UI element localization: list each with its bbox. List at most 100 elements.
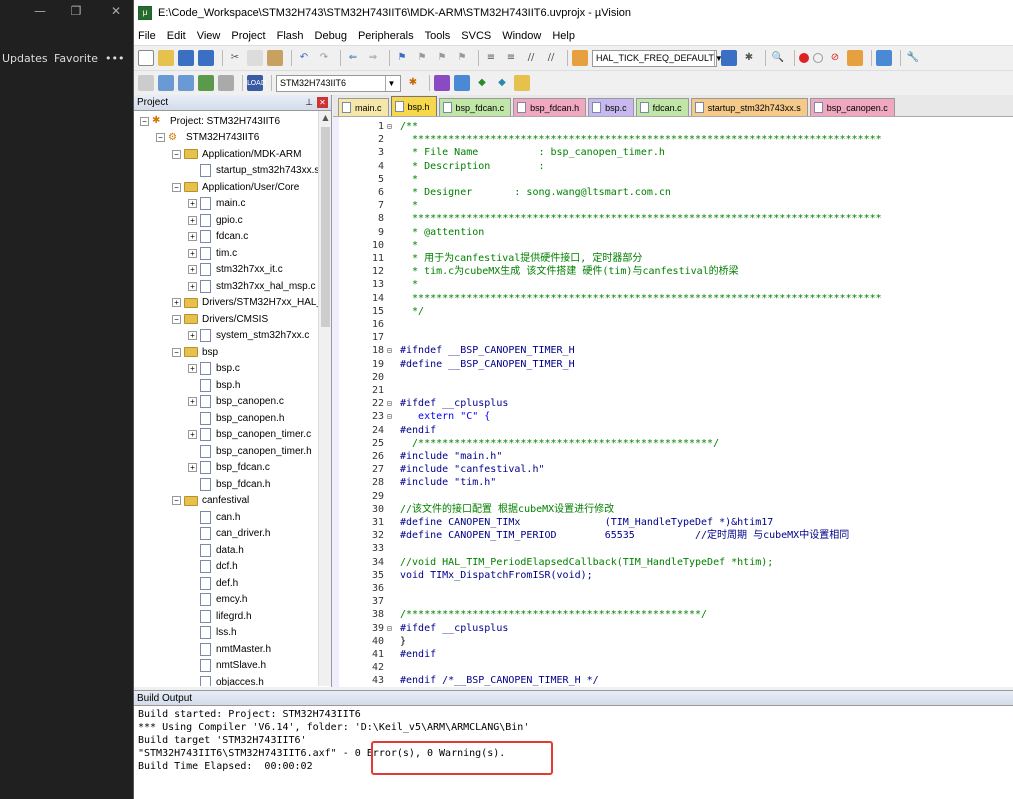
nav-forward-icon[interactable]: ⇒ (365, 50, 381, 66)
expand-icon[interactable]: + (188, 265, 197, 274)
debug-session-icon[interactable]: 🔍 (770, 50, 786, 66)
expand-icon[interactable]: + (188, 199, 197, 208)
build-output-pane[interactable]: Build started: Project: STM32H743IIT6 **… (134, 706, 1013, 799)
tree-file[interactable]: bsp.h (188, 377, 240, 393)
collapse-icon[interactable]: − (156, 133, 165, 142)
copy-icon[interactable] (247, 50, 263, 66)
menu-project[interactable]: Project (231, 30, 265, 42)
tree-file[interactable]: emcy.h (188, 592, 248, 608)
expand-icon[interactable]: + (188, 281, 197, 291)
tree-file[interactable]: def.h (188, 575, 238, 591)
tree-file[interactable]: dcf.h (188, 559, 238, 575)
scroll-up-icon[interactable]: ▲ (319, 111, 332, 125)
new-file-icon[interactable] (138, 50, 154, 66)
collapse-icon[interactable]: − (172, 182, 181, 192)
breakpoint-disable-icon[interactable] (813, 53, 823, 63)
tree-file[interactable]: + bsp_canopen_timer.c (188, 427, 311, 443)
menu-svcs[interactable]: SVCS (461, 30, 491, 42)
target-options-icon[interactable]: ✱ (405, 75, 421, 91)
incremental-find-icon[interactable] (721, 50, 737, 66)
tree-file[interactable]: + main.c (188, 196, 245, 212)
configure-icon[interactable]: 🔧 (905, 50, 921, 66)
fold-marker-icon[interactable]: ⊟ (387, 397, 395, 410)
indent-icon[interactable]: ≡ (483, 50, 499, 66)
editor-tab[interactable]: bsp.h (390, 96, 437, 116)
fold-marker-icon[interactable]: ⊟ (387, 622, 395, 635)
expand-icon[interactable]: + (188, 232, 197, 241)
tree-project[interactable]: − ✱ Project: STM32H743IIT6 (140, 113, 280, 129)
collapse-icon[interactable]: − (140, 116, 149, 126)
tree-folder[interactable]: − bsp (172, 344, 218, 360)
stop-build-icon[interactable] (218, 75, 234, 91)
editor-tab[interactable]: bsp_fdcan.c (438, 98, 512, 116)
tab-updates[interactable]: Updates (2, 52, 48, 65)
nav-back-icon[interactable]: ⇐ (345, 50, 361, 66)
tree-file[interactable]: lss.h (188, 625, 237, 641)
menu-edit[interactable]: Edit (167, 30, 186, 42)
tree-folder[interactable]: − canfestival (172, 493, 249, 509)
tree-folder[interactable]: + Drivers/STM32H7xx_HAL_Driver (172, 295, 331, 311)
tree-folder[interactable]: − Application/MDK-ARM (172, 146, 301, 162)
bookmark-prev-icon[interactable]: ⚑ (414, 50, 430, 66)
tree-target[interactable]: − ⚙ STM32H743IIT6 (156, 130, 259, 146)
close-panel-icon[interactable]: ✕ (317, 97, 328, 108)
redo-icon[interactable]: ↷ (316, 50, 332, 66)
editor-tab[interactable]: bsp_canopen.c (809, 98, 895, 116)
minimize-icon[interactable]: — (30, 4, 50, 18)
uncomment-icon[interactable]: // (543, 50, 559, 66)
breakpoint-icon[interactable] (799, 53, 809, 63)
editor-tab[interactable]: fdcan.c (635, 98, 689, 116)
tree-file[interactable]: nmtSlave.h (188, 658, 266, 674)
paste-icon[interactable] (267, 50, 283, 66)
expand-icon[interactable]: + (188, 248, 197, 258)
collapse-icon[interactable]: − (172, 314, 181, 324)
fold-marker-icon[interactable]: ⊟ (387, 120, 395, 133)
tree-file[interactable]: + bsp_fdcan.c (188, 460, 270, 476)
tree-file[interactable]: + gpio.c (188, 212, 243, 228)
pack-installer-icon[interactable]: ◆ (474, 75, 490, 91)
tree-file[interactable]: + bsp.c (188, 361, 240, 377)
editor-tab[interactable]: bsp.c (588, 98, 634, 116)
tree-file[interactable]: bsp_canopen_timer.h (188, 443, 312, 459)
tree-file[interactable]: bsp_canopen.h (188, 410, 284, 426)
menu-tools[interactable]: Tools (425, 30, 451, 42)
tree-file[interactable]: + bsp_canopen.c (188, 394, 284, 410)
tree-scrollbar[interactable]: ▲ (318, 111, 331, 686)
collapse-icon[interactable]: − (172, 149, 181, 159)
fold-marker-icon[interactable]: ⊟ (387, 344, 395, 357)
select-packs-icon[interactable]: ◆ (494, 75, 510, 91)
menu-help[interactable]: Help (552, 30, 575, 42)
window-layout-icon[interactable] (876, 50, 892, 66)
cut-icon[interactable]: ✂ (227, 50, 243, 66)
menu-peripherals[interactable]: Peripherals (358, 30, 414, 42)
editor-tab[interactable]: bsp_fdcan.h (513, 98, 587, 116)
expand-icon[interactable]: + (188, 331, 197, 340)
collapse-icon[interactable]: − (172, 347, 181, 357)
expand-icon[interactable]: + (188, 430, 197, 439)
translate-icon[interactable] (138, 75, 154, 91)
tree-file[interactable]: + tim.c (188, 245, 237, 261)
menu-debug[interactable]: Debug (315, 30, 347, 42)
tree-file[interactable]: can_driver.h (188, 526, 270, 542)
save-icon[interactable] (178, 50, 194, 66)
expand-icon[interactable]: + (188, 215, 197, 225)
tree-file[interactable]: can.h (188, 509, 240, 525)
bookmark-icon[interactable]: ⚑ (394, 50, 410, 66)
pin-icon[interactable]: ⊥ (305, 97, 313, 108)
collapse-icon[interactable]: − (172, 496, 181, 505)
tab-favorite[interactable]: Favorite (54, 52, 98, 65)
bookmark-clear-icon[interactable]: ⚑ (454, 50, 470, 66)
expand-icon[interactable]: + (188, 397, 197, 406)
manage-components-icon[interactable] (434, 75, 450, 91)
tree-file[interactable]: + fdcan.c (188, 229, 248, 245)
tree-file[interactable]: startup_stm32h743xx.s (188, 163, 319, 179)
browse-icon[interactable]: ✱ (741, 50, 757, 66)
menu-window[interactable]: Window (502, 30, 541, 42)
tree-file[interactable]: + stm32h7xx_hal_msp.c (188, 278, 316, 294)
tree-file[interactable]: objacces.h (188, 674, 264, 686)
tree-file[interactable]: + stm32h7xx_it.c (188, 262, 283, 278)
restore-icon[interactable]: ❐ (66, 4, 86, 18)
tree-folder[interactable]: − Drivers/CMSIS (172, 311, 268, 327)
close-icon[interactable]: ✕ (106, 4, 126, 18)
tree-file[interactable]: nmtMaster.h (188, 641, 271, 657)
